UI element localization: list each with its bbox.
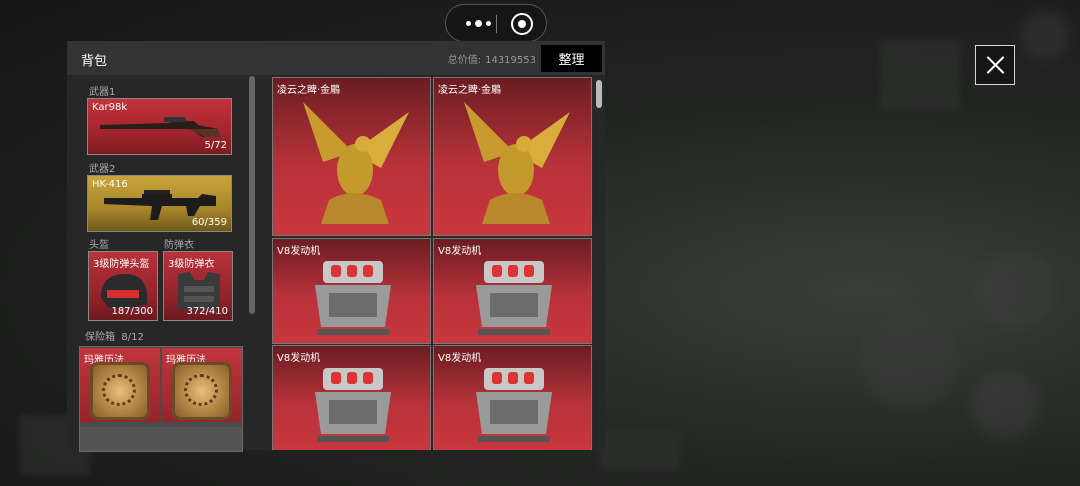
safe-label: 保险箱 8/12: [85, 328, 144, 343]
v8-engine-icon: [476, 261, 552, 335]
capsule-divider: [496, 15, 497, 33]
weapon1-name: Kar98k: [92, 102, 128, 113]
more-icon[interactable]: [460, 5, 496, 41]
weapon2-label: 武器2: [89, 164, 116, 175]
weapon1-ammo: 5/72: [204, 140, 227, 151]
maya-calendar-icon: [172, 362, 232, 420]
weapon2-ammo: 60/359: [191, 217, 227, 228]
equipment-scrollbar[interactable]: [249, 76, 255, 314]
helmet-durability: 187/300: [111, 306, 153, 317]
weapon2-slot[interactable]: HK-416 60/359: [87, 175, 232, 232]
inventory-item[interactable]: 凌云之睥·金鵰: [272, 77, 431, 236]
weapon1-label: 武器1: [89, 87, 116, 98]
v8-engine-icon: [315, 368, 391, 442]
panel-header: 背包 总价值: 14319553 整理: [67, 41, 605, 75]
safe-label-text: 保险箱: [85, 332, 115, 343]
close-button[interactable]: [975, 45, 1015, 85]
golden-eagle-icon: [464, 102, 570, 224]
safe-empty-row: [80, 427, 242, 451]
inventory-item[interactable]: 凌云之睥·金鵰: [433, 77, 592, 236]
helmet-slot[interactable]: 3级防弹头盔 187/300: [88, 251, 158, 321]
inventory-item[interactable]: V8发动机: [272, 238, 431, 344]
helmet-label: 头盔: [89, 240, 109, 251]
sort-button[interactable]: 整理: [541, 45, 602, 72]
inventory-item[interactable]: V8发动机: [272, 345, 431, 450]
rifle-icon: [100, 117, 220, 137]
backpack-panel: 背包 总价值: 14319553 整理 武器1 Kar98k 5/72 武器2 H…: [67, 41, 605, 452]
inventory-grid: 凌云之睥·金鵰 凌云之睥·金鵰 V8发动机 V8发动机 V8发动机 V8发动机: [272, 77, 593, 450]
safe-item[interactable]: 玛雅历法: [162, 348, 242, 422]
v8-engine-icon: [315, 261, 391, 335]
weapon1-slot[interactable]: Kar98k 5/72: [87, 98, 232, 155]
page-title: 背包: [81, 54, 108, 69]
safe-item[interactable]: 玛雅历法: [80, 348, 160, 422]
safe-count: 8/12: [121, 332, 144, 343]
armor-name: 3级防弹衣: [168, 259, 215, 270]
close-miniprogram-icon[interactable]: [511, 13, 533, 35]
inventory-scrollbar[interactable]: [596, 80, 602, 108]
inventory-item[interactable]: V8发动机: [433, 345, 592, 450]
safe-container: 玛雅历法 玛雅历法: [79, 346, 243, 452]
armor-label: 防弹衣: [164, 240, 194, 251]
total-value-number: 14319553: [485, 55, 536, 66]
total-value-label: 总价值:: [447, 55, 482, 66]
armor-slot[interactable]: 3级防弹衣 372/410: [163, 251, 233, 321]
miniprogram-capsule: [445, 4, 547, 42]
inventory-item[interactable]: V8发动机: [433, 238, 592, 344]
armor-durability: 372/410: [186, 306, 228, 317]
golden-eagle-icon: [303, 102, 409, 224]
maya-calendar-icon: [90, 362, 150, 420]
total-value: 总价值: 14319553: [448, 51, 536, 66]
v8-engine-icon: [476, 368, 552, 442]
